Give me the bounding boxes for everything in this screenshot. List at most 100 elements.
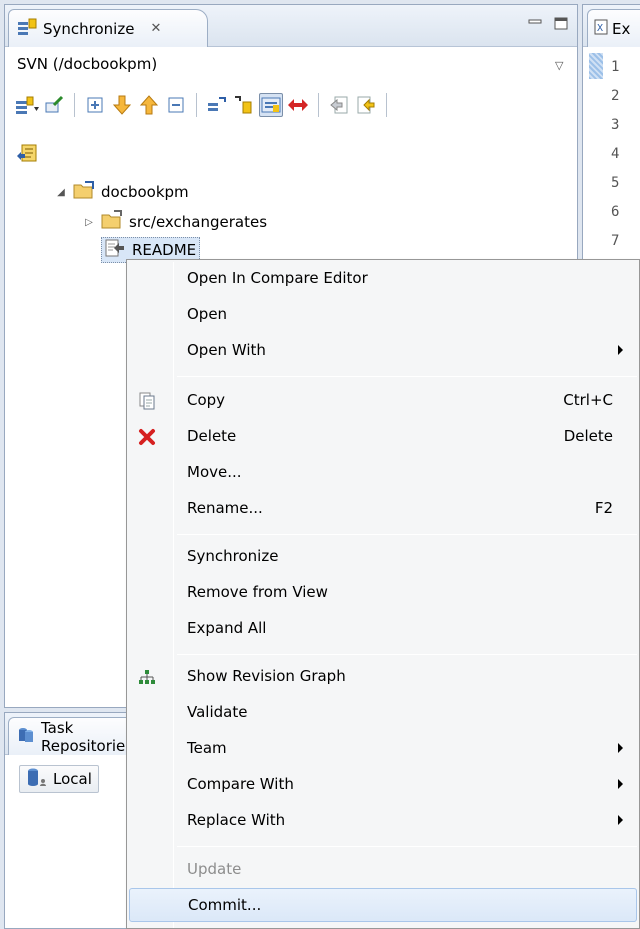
menu-item-move[interactable]: Move... xyxy=(129,456,637,490)
expanded-twisty-icon[interactable]: ◢ xyxy=(55,187,67,198)
synchronize-dropdown-icon[interactable] xyxy=(15,93,39,117)
menu-item-expand-all[interactable]: Expand All xyxy=(129,612,637,646)
chevron-down-icon[interactable]: ▽ xyxy=(555,59,563,72)
menu-item-shortcut: F2 xyxy=(594,499,613,517)
collapse-all-icon[interactable] xyxy=(164,93,188,117)
tab-synchronize[interactable]: Synchronize ✕ xyxy=(8,9,208,47)
submenu-arrow-icon xyxy=(618,779,623,789)
update-all-icon[interactable] xyxy=(327,93,351,117)
expand-all-icon[interactable] xyxy=(83,93,107,117)
project-icon xyxy=(73,180,95,204)
menu-item-label: Remove from View xyxy=(187,583,328,601)
conflicts-mode-icon[interactable] xyxy=(286,93,310,117)
menu-item-label: Commit... xyxy=(188,896,262,914)
incoming-outgoing-mode-icon[interactable] xyxy=(259,93,283,117)
editor-line-numbers: 1 2 3 4 5 6 7 xyxy=(611,57,619,260)
editor-change-marker xyxy=(589,53,603,79)
toolbar-separator xyxy=(196,93,197,117)
commit-all-icon[interactable] xyxy=(354,93,378,117)
local-repository-icon xyxy=(26,767,50,791)
synchronize-icon xyxy=(17,18,37,40)
menu-item-label: Open With xyxy=(187,341,266,359)
menu-item-label: Expand All xyxy=(187,619,267,637)
line-number: 5 xyxy=(611,175,620,191)
menu-item-replace-with[interactable]: Replace With xyxy=(129,804,637,838)
menu-item-label: Delete xyxy=(187,427,237,445)
submenu-arrow-icon xyxy=(618,345,623,355)
menu-separator xyxy=(177,654,637,655)
menu-item-delete[interactable]: Delete Delete xyxy=(129,420,637,454)
menu-item-label: Update xyxy=(187,860,242,878)
show-changesets-icon[interactable] xyxy=(15,142,39,166)
menu-item-commit[interactable]: Commit... xyxy=(129,888,637,922)
synchronize-source-bar: SVN (/docbookpm) ▽ xyxy=(5,53,577,77)
toolbar-separator xyxy=(386,93,387,117)
tree-item-label: README xyxy=(132,241,197,259)
menu-item-shortcut: Ctrl+C xyxy=(563,391,613,409)
folder-icon xyxy=(101,210,123,234)
menu-item-update[interactable]: Update xyxy=(129,853,637,887)
pin-icon[interactable] xyxy=(42,93,66,117)
menu-item-team[interactable]: Team xyxy=(129,732,637,766)
delete-icon xyxy=(137,427,157,447)
menu-item-open-with[interactable]: Open With xyxy=(129,334,637,368)
menu-item-label: Show Revision Graph xyxy=(187,667,346,685)
menu-item-compare-with[interactable]: Compare With xyxy=(129,768,637,802)
copy-icon xyxy=(137,391,157,411)
line-number: 4 xyxy=(611,146,620,162)
outgoing-file-icon xyxy=(104,239,126,261)
toolbar-separator xyxy=(74,93,75,117)
local-repository-label: Local xyxy=(53,770,92,788)
next-difference-icon[interactable] xyxy=(110,93,134,117)
menu-item-label: Replace With xyxy=(187,811,286,829)
previous-difference-icon[interactable] xyxy=(137,93,161,117)
menu-item-show-revision-graph[interactable]: Show Revision Graph xyxy=(129,660,637,694)
menu-item-open-in-compare-editor[interactable]: Open In Compare Editor xyxy=(129,262,637,296)
menu-item-label: Open In Compare Editor xyxy=(187,269,368,287)
line-number: 3 xyxy=(611,117,620,133)
tab-editor-file[interactable]: X Ex xyxy=(587,9,640,47)
line-number: 2 xyxy=(611,88,620,104)
menu-item-remove-from-view[interactable]: Remove from View xyxy=(129,576,637,610)
menu-item-rename[interactable]: Rename... F2 xyxy=(129,492,637,526)
tab-title: Synchronize xyxy=(43,19,135,38)
menu-item-label: Copy xyxy=(187,391,226,409)
menu-item-open[interactable]: Open xyxy=(129,298,637,332)
menu-item-label: Open xyxy=(187,305,228,323)
submenu-arrow-icon xyxy=(618,743,623,753)
editor-tab-label: Ex xyxy=(612,19,631,38)
tree-item-folder[interactable]: ▷ src/exchangerates xyxy=(83,209,267,235)
toolbar-separator xyxy=(318,93,319,117)
menu-item-label: Move... xyxy=(187,463,242,481)
incoming-mode-icon[interactable] xyxy=(205,93,229,117)
tree-item-label: src/exchangerates xyxy=(129,213,268,231)
submenu-arrow-icon xyxy=(618,815,623,825)
menu-item-validate[interactable]: Validate xyxy=(129,696,637,730)
menu-item-shortcut: Delete xyxy=(563,427,613,445)
line-number: 1 xyxy=(611,59,620,75)
menu-item-label: Team xyxy=(187,739,227,757)
xml-file-icon: X xyxy=(594,19,608,39)
tree-item-project[interactable]: ◢ docbookpm xyxy=(55,179,189,205)
tree-item-label: docbookpm xyxy=(101,183,189,201)
close-icon[interactable]: ✕ xyxy=(150,21,161,36)
menu-item-synchronize[interactable]: Synchronize xyxy=(129,540,637,574)
menu-separator xyxy=(177,376,637,377)
revision-graph-icon xyxy=(137,667,157,687)
outgoing-mode-icon[interactable] xyxy=(232,93,256,117)
synchronize-view-tabbar: Synchronize ✕ xyxy=(5,5,577,47)
minimize-icon[interactable] xyxy=(527,17,543,31)
svg-text:X: X xyxy=(597,23,603,34)
line-number: 6 xyxy=(611,204,620,220)
synchronize-toolbar xyxy=(15,91,575,119)
maximize-icon[interactable] xyxy=(553,17,569,31)
menu-item-copy[interactable]: Copy Ctrl+C xyxy=(129,384,637,418)
menu-separator xyxy=(177,534,637,535)
collapsed-twisty-icon[interactable]: ▷ xyxy=(83,217,95,228)
menu-item-label: Validate xyxy=(187,703,248,721)
local-repository-item[interactable]: Local xyxy=(19,765,99,793)
menu-item-label: Compare With xyxy=(187,775,294,793)
menu-separator xyxy=(177,846,637,847)
line-number: 7 xyxy=(611,233,620,249)
menu-item-label: Rename... xyxy=(187,499,263,517)
